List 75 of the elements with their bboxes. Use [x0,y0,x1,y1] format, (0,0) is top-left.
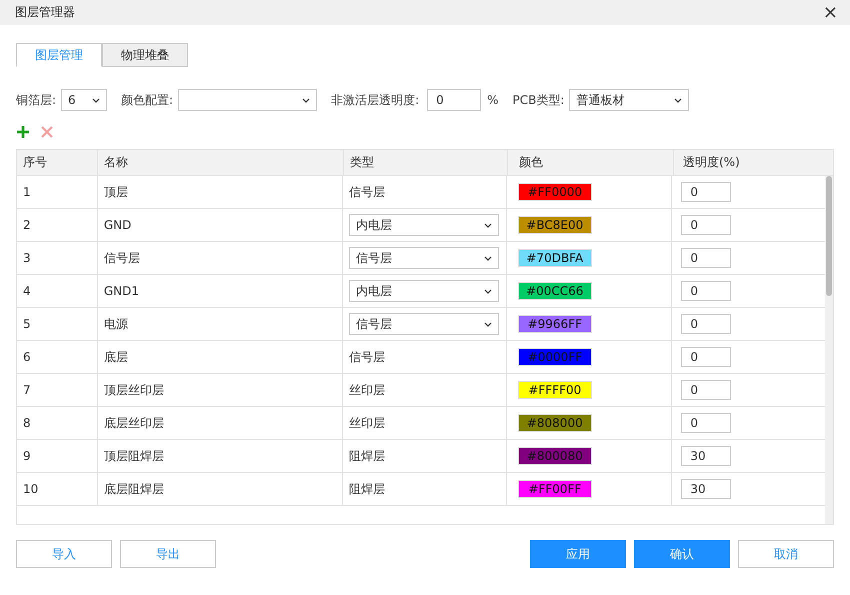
table-cell: 阻焊层 [343,473,507,505]
column-header: 类型 [344,150,508,175]
table-cell: 8 [17,407,98,439]
chevron-icon [484,222,492,228]
table-cell: 信号层 [343,341,507,373]
copper-layers-label: 铜箔层: [16,92,56,108]
add-icon[interactable] [16,125,30,139]
table-cell: 底层 [98,341,344,373]
color-scheme-dropdown[interactable] [178,89,318,111]
color-swatch[interactable]: #70DBFA [518,249,592,267]
chevron-icon [674,98,682,102]
table-cell: 丝印层 [343,374,507,406]
close-button[interactable]: × [820,4,840,22]
table-cell: 9 [17,440,98,472]
inactive-opacity-label: 非激活层透明度: [331,92,420,108]
color-swatch[interactable]: #9966FF [518,315,592,333]
column-header: 序号 [17,150,98,175]
copper-layers-dropdown[interactable]: 6 [61,89,108,111]
table-cell: 6 [17,341,98,373]
table-cell: 10 [17,473,98,505]
color-swatch[interactable]: #FF00FF [518,480,592,498]
color-swatch[interactable]: #00CC66 [518,282,592,300]
scrollbar[interactable] [825,176,833,524]
opacity-field[interactable]: 0 [681,413,732,433]
table-cell: 丝印层 [343,407,507,439]
column-header: 颜色 [508,150,674,175]
table-cell: 电源 [98,308,344,340]
table-cell: 3 [17,242,98,274]
table-cell: 信号层 [343,176,507,208]
pcb-type-label: PCB类型: [512,92,564,108]
table-cell: 底层丝印层 [98,407,344,439]
table-cell: 1 [17,176,98,208]
table-cell: GND1 [98,275,344,307]
chevron-icon [484,288,492,294]
color-swatch[interactable]: #FF0000 [518,183,592,201]
table-cell: 7 [17,374,98,406]
table-cell: 阻焊层 [343,440,507,472]
chevron-icon [92,98,100,102]
color-swatch[interactable]: #808000 [518,414,592,432]
opacity-field[interactable]: 0 [681,281,732,301]
column-header: 名称 [98,150,344,175]
layer-type-dropdown[interactable]: 内电层 [349,214,500,236]
table-cell: 4 [17,275,98,307]
chevron-icon [484,256,492,260]
chevron-icon [302,98,310,102]
percent-unit: % [487,93,499,107]
opacity-field[interactable]: 30 [681,479,732,499]
color-scheme-label: 颜色配置: [121,92,174,108]
scrollbar-thumb[interactable] [826,176,832,296]
table-cell: 顶层阻焊层 [98,440,344,472]
layer-type-dropdown[interactable]: 内电层 [349,280,500,302]
table-cell: 顶层丝印层 [98,374,344,406]
column-header: 透明度(%) [682,154,741,171]
window-title: 图层管理器 [15,4,75,21]
table-cell: 2 [17,209,98,241]
opacity-field[interactable]: 0 [681,215,732,235]
opacity-field[interactable]: 0 [681,314,732,334]
table-cell: 信号层 [98,242,344,274]
table-cell: 底层阻焊层 [98,473,344,505]
delete-icon[interactable] [40,125,54,139]
layer-type-dropdown[interactable]: 信号层 [349,313,500,335]
opacity-field[interactable]: 0 [681,380,732,400]
table-cell: 顶层 [98,176,344,208]
chevron-icon [484,322,492,326]
opacity-field[interactable]: 30 [681,446,732,466]
opacity-field[interactable]: 0 [681,182,732,202]
opacity-field[interactable]: 0 [681,347,732,367]
color-swatch[interactable]: #FFFF00 [518,381,592,399]
pcb-type-dropdown[interactable]: 普通板材 [569,89,690,111]
color-swatch[interactable]: #BC8E00 [518,216,592,234]
layer-type-dropdown[interactable]: 信号层 [349,247,500,269]
tab[interactable]: 物理堆叠 [102,43,188,67]
table-cell: 5 [17,308,98,340]
table-cell: GND [98,209,344,241]
opacity-field[interactable]: 0 [681,248,732,268]
